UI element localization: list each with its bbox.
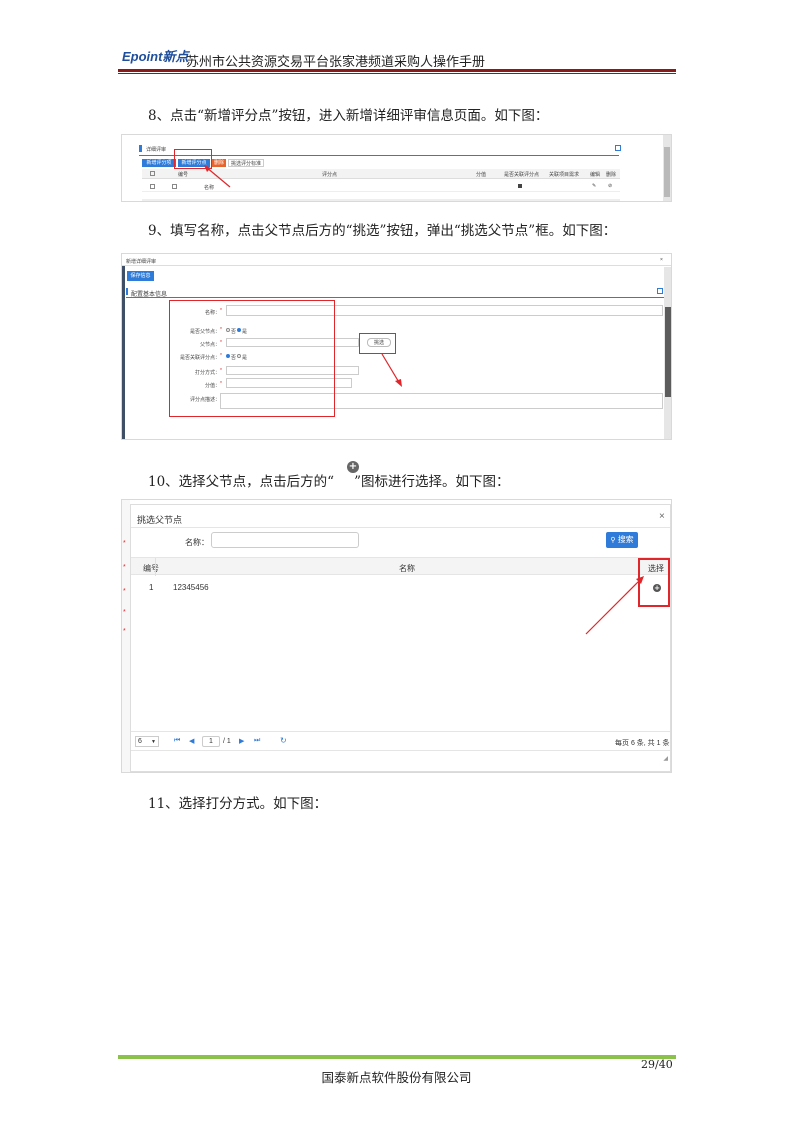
pager-summary: 每页 6 条, 共 1 条 [615,740,670,747]
pointer-arrow [585,576,644,635]
header-rule [118,69,676,72]
next-page-icon[interactable]: ▶ [239,737,244,745]
page-total: / 1 [223,738,231,745]
scrollbar[interactable] [663,135,671,201]
pointer-arrow [204,165,231,188]
highlight-box [359,333,396,354]
dialog-title: 挑选父节点 [137,515,183,525]
screenshot-pick-parent-node: * * * * * 挑选父节点 × 名称： ⚲ 搜索 编号 名称 选择 1 12… [121,499,672,773]
close-icon[interactable]: × [659,511,665,522]
footer-rule [118,1055,676,1059]
save-button[interactable]: 保存信息 [127,271,154,281]
panel-title: 详细评审 [146,147,167,153]
page-size-select[interactable]: 6 ▼ [135,736,159,747]
step-10-text: 10、选择父节点，点击后方的“ ”图标进行选择。如下图： [148,474,510,490]
select-all-checkbox[interactable] [150,171,155,176]
file-icon [172,184,177,189]
epoint-logo: Epoint新点 [122,49,189,64]
flag-icon [518,184,522,188]
document-title: 苏州市公共资源交易平台张家港频道采购人操作手册 [186,55,486,70]
step-11-text: 11、选择打分方式。如下图： [148,796,328,812]
window-title: 新增详细评审 [126,259,157,265]
close-icon[interactable]: × [660,257,663,263]
step-9-text: 9、填写名称，点击父节点后方的“挑选”按钮，弹出“挑选父节点”框。如下图： [148,223,617,239]
pager: 6 ▼ ⏮ ◀ 1 / 1 ▶ ⏭ ↻ 每页 6 条, 共 1 条 [131,731,670,751]
search-input[interactable] [211,532,359,548]
refresh-icon[interactable]: ↻ [280,736,287,745]
screenshot-add-detail-review: 新增详细评审 × 保存信息 配置基本信息 名称： * 是否父节点： * 否 是 … [121,253,672,440]
edit-icon[interactable]: ✎ [592,183,596,189]
step-8-text: 8、点击“新增评分点”按钮，进入新增详细评审信息页面。如下图： [148,108,549,124]
last-page-icon[interactable]: ⏭ [254,737,260,745]
collapse-icon[interactable] [615,145,621,151]
search-label: 名称： [185,538,209,547]
scrollbar[interactable] [664,267,671,439]
resize-handle-icon[interactable]: ◢ [663,755,668,762]
collapse-icon[interactable] [657,288,663,294]
add-circle-icon: + [347,461,359,473]
pointer-arrow [381,353,402,387]
first-page-icon[interactable]: ⏮ [174,737,180,745]
delete-icon[interactable]: ⊘ [608,183,612,189]
search-button[interactable]: ⚲ 搜索 [606,532,638,548]
highlight-box [169,300,335,417]
add-scoring-item-button[interactable]: 新增评分项 [142,159,176,167]
prev-page-icon[interactable]: ◀ [189,737,194,745]
search-icon: ⚲ [610,537,616,544]
header-rule-thin [118,73,676,74]
row-checkbox[interactable] [150,184,155,189]
screenshot-detail-review: 详细评审 新增评分项 新增评分点 删除 挑选评分标准 编号 评分点 分值 是否关… [121,134,672,202]
page-input[interactable]: 1 [202,736,220,747]
company-name: 国泰新点软件股份有限公司 [321,1070,472,1085]
